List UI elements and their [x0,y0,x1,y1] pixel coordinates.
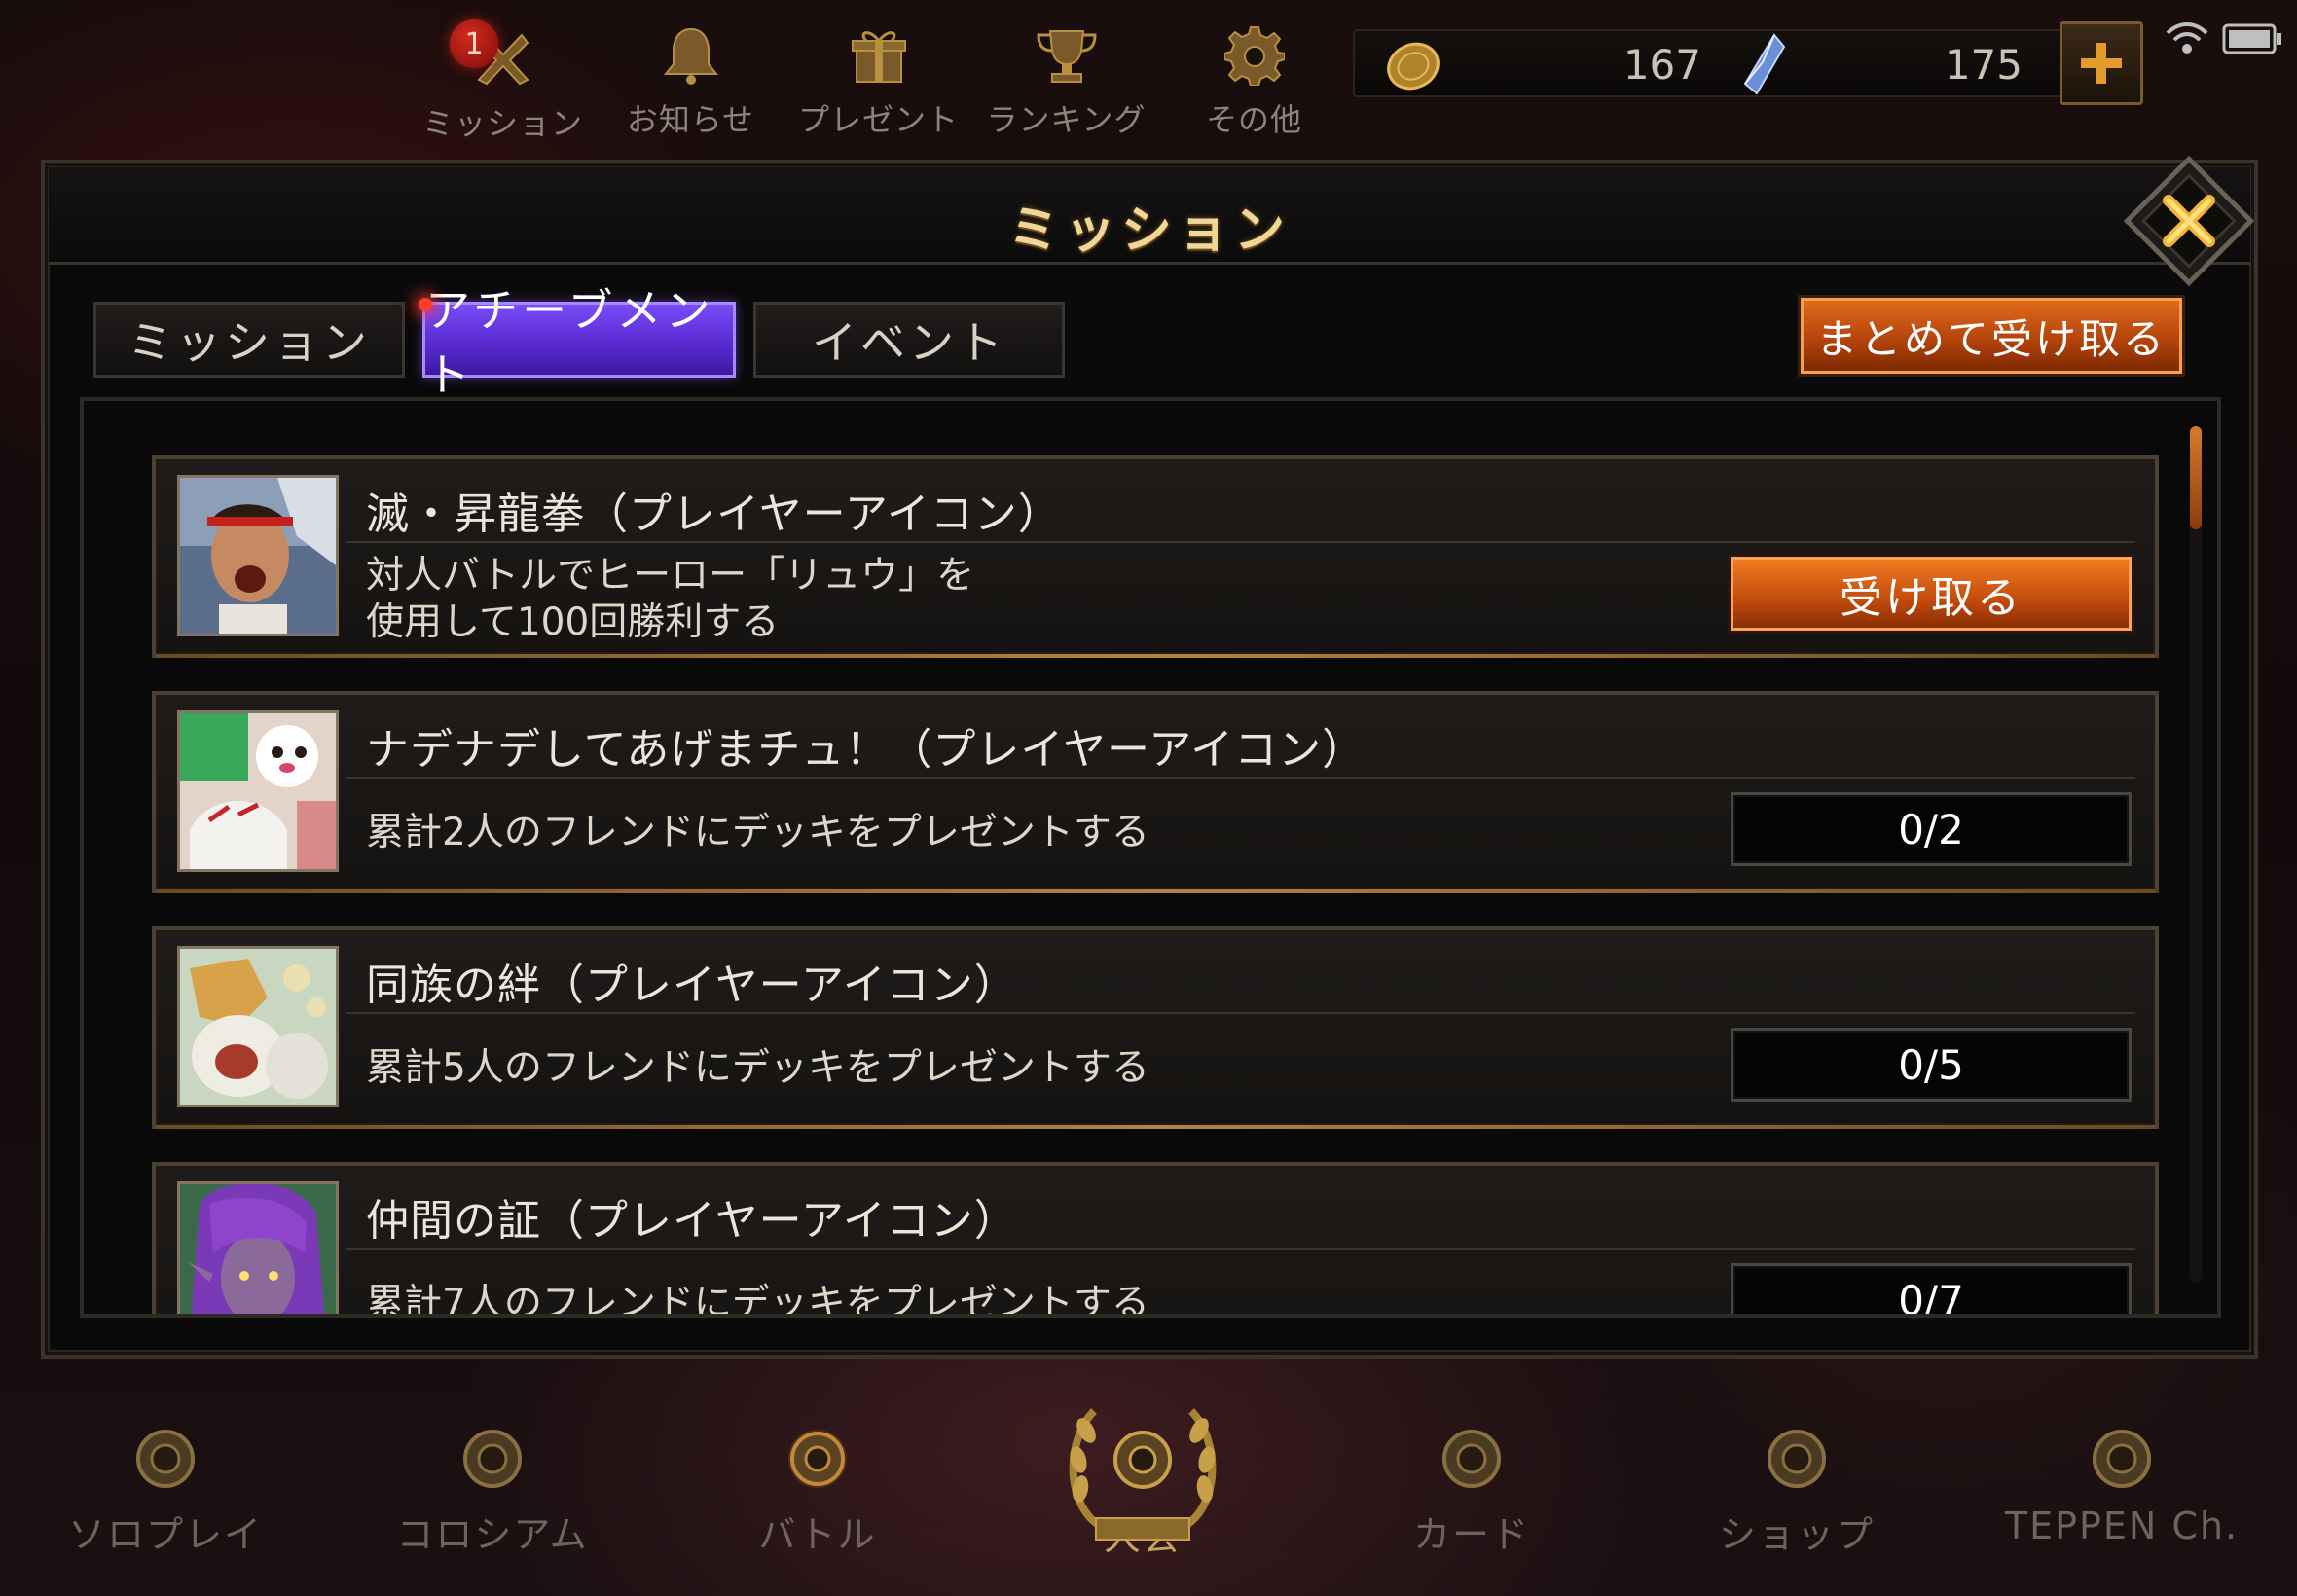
teppen-channel-icon [2093,1430,2151,1488]
mission-thumbnail [177,710,339,872]
shop-icon [1768,1430,1826,1488]
mission-card: 滅・昇龍拳（プレイヤーアイコン） 対人バトルでヒーロー「リュウ」を 使用して10… [152,455,2159,658]
mission-title: ナデナデしてあげまチュ！（プレイヤーアイコン） [366,725,1367,775]
bell-icon [657,25,725,86]
beast-portrait-icon [180,949,336,1105]
mission-card: ナデナデしてあげまチュ！（プレイヤーアイコン） 累計2人のフレンドにデッキをプレ… [152,691,2159,893]
coin-icon [1384,39,1442,97]
mission-title: 滅・昇龍拳（プレイヤーアイコン） [366,490,1062,539]
add-currency-button[interactable] [2060,21,2143,105]
claim-all-button[interactable]: まとめて受け取る [1801,298,2182,374]
bottom-nav-label: TEPPEN Ch. [2004,1505,2240,1547]
gift-icon [845,25,913,86]
colosseum-icon [463,1430,522,1488]
top-nav-mission[interactable]: 1 ミッション [409,12,597,142]
top-nav-label: その他 [1205,101,1302,138]
progress-counter: 0/7 [1731,1263,2132,1314]
mission-title: 仲間の証（プレイヤーアイコン） [366,1196,1018,1246]
panel-title: ミッション [1007,201,1291,260]
receive-button[interactable]: 受け取る [1731,557,2132,631]
mission-description: 累計5人のフレンドにデッキをプレゼントする [366,1046,1149,1090]
wifi-icon [2166,22,2208,54]
tab-event[interactable]: イベント [753,302,1065,378]
plus-icon [2081,43,2122,84]
top-nav-present[interactable]: プレゼント [784,12,972,138]
bottom-nav-teppen-ch[interactable]: TEPPEN Ch. [1976,1392,2268,1577]
top-nav: 1 ミッション お知らせ プレゼント ランキング その他 [409,12,1348,142]
elf-portrait-icon [180,1184,336,1314]
bottom-nav-label: ソロプレイ [67,1513,263,1556]
coin-count: 167 [1622,41,1701,89]
crystal-count: 175 [1944,41,2023,89]
panel-header: ミッション [49,167,2250,265]
mission-badge: 1 [450,19,498,68]
mission-thumbnail [177,946,339,1107]
mission-card: 仲間の証（プレイヤーアイコン） 累計7人のフレンドにデッキをプレゼントする 0/… [152,1162,2159,1318]
mission-list[interactable]: 滅・昇龍拳（プレイヤーアイコン） 対人バトルでヒーロー「リュウ」を 使用して10… [80,397,2221,1318]
bottom-nav: ソロプレイ コロシアム バトル カード ショップ TEPPEN Ch. [0,1392,2297,1596]
divider [346,541,2135,543]
top-nav-ranking[interactable]: ランキング [972,12,1160,138]
mission-card: 同族の絆（プレイヤーアイコン） 累計5人のフレンドにデッキをプレゼントする 0/… [152,926,2159,1129]
divider [346,1248,2135,1250]
bottom-nav-solo[interactable]: ソロプレイ [19,1392,311,1577]
top-nav-notice[interactable]: お知らせ [597,12,784,138]
bottom-nav-tournament[interactable]: 大会 [997,1392,1289,1577]
scrollbar[interactable] [2190,426,2202,1283]
mission-thumbnail [177,475,339,636]
bottom-nav-label: ショップ [1718,1513,1875,1556]
bottom-nav-shop[interactable]: ショップ [1651,1392,1943,1577]
divider [346,1012,2135,1014]
tab-achievement[interactable]: アチーブメント [422,284,736,401]
gear-icon [1221,25,1289,86]
game-screen: 1 ミッション お知らせ プレゼント ランキング その他 167 175 ミッシ… [0,0,2297,1596]
progress-counter: 0/5 [1731,1028,2132,1102]
bottom-nav-colosseum[interactable]: コロシアム [346,1392,638,1577]
mission-description: 対人バトルでヒーロー「リュウ」を 使用して100回勝利する [366,554,975,644]
top-nav-label: お知らせ [626,101,755,138]
battery-icon [2222,23,2281,54]
crystal-icon [1739,33,1788,99]
bottom-nav-label: コロシアム [396,1513,589,1556]
divider [346,777,2135,779]
top-nav-other[interactable]: その他 [1160,12,1348,138]
top-nav-label: ランキング [986,101,1147,138]
bottom-nav-label: バトル [758,1513,877,1556]
scroll-thumb[interactable] [2190,426,2202,529]
top-nav-label: プレゼント [797,101,959,138]
progress-counter: 0/2 [1731,792,2132,866]
battle-icon [788,1430,847,1488]
status-icons [2166,21,2282,56]
bottom-nav-card[interactable]: カード [1326,1392,1618,1577]
bottom-nav-battle[interactable]: バトル [672,1392,964,1577]
close-button[interactable] [2122,154,2256,288]
mission-thumbnail [177,1181,339,1314]
mission-title: 同族の絆（プレイヤーアイコン） [366,961,1018,1010]
card-icon [1442,1430,1501,1488]
top-nav-label: ミッション [421,105,583,142]
bottom-nav-label: カード [1412,1513,1530,1556]
mission-description: 累計2人のフレンドにデッキをプレゼントする [366,811,1149,854]
solo-play-icon [136,1430,195,1488]
laurel-icon [1069,1408,1217,1541]
wolf-portrait-icon [180,713,336,869]
mission-description: 累計7人のフレンドにデッキをプレゼントする [366,1282,1149,1318]
currency-bar: 167 175 [1353,29,2132,97]
fighter-portrait-icon [180,478,336,634]
close-icon [2123,155,2255,287]
trophy-icon [1033,25,1101,86]
tab-mission[interactable]: ミッション [93,302,405,378]
notification-dot [419,298,432,311]
